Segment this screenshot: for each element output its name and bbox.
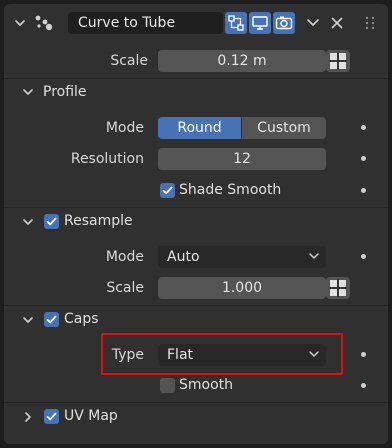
caps-collapse-chevron-icon[interactable] bbox=[22, 314, 34, 326]
mode-option-round[interactable]: Round bbox=[158, 117, 241, 139]
checkmark-icon bbox=[46, 412, 57, 421]
render-button[interactable] bbox=[273, 12, 295, 34]
keyframe-dot-icon[interactable] bbox=[361, 156, 366, 161]
scale-label: Scale bbox=[110, 53, 148, 69]
modifier-name-field[interactable]: Curve to Tube bbox=[68, 12, 223, 34]
uvmap-enable-checkbox[interactable] bbox=[44, 409, 59, 424]
resample-mode-dropdown[interactable]: Auto bbox=[158, 246, 326, 268]
caps-type-value: Flat bbox=[167, 347, 194, 363]
profile-section-title[interactable]: Profile bbox=[43, 81, 87, 103]
header-dropdown-chevron-icon[interactable] bbox=[306, 17, 320, 29]
resample-scale-label: Scale bbox=[106, 280, 144, 296]
panel-header: Curve to Tube bbox=[4, 4, 388, 42]
caps-enable-checkbox[interactable] bbox=[44, 312, 59, 327]
caps-type-label: Type bbox=[111, 347, 144, 363]
mode-option-custom[interactable]: Custom bbox=[242, 117, 326, 139]
scale-field[interactable]: 0.12 m bbox=[158, 50, 326, 72]
render-camera-icon bbox=[275, 16, 293, 30]
checkmark-icon bbox=[46, 217, 57, 226]
realtime-toggle-icon bbox=[228, 15, 244, 31]
resolution-field[interactable]: 12 bbox=[158, 148, 326, 170]
shade-smooth-label[interactable]: Shade Smooth bbox=[179, 179, 281, 201]
resample-section-title[interactable]: Resample bbox=[64, 210, 133, 232]
expand-icon bbox=[329, 52, 347, 70]
keyframe-dot-icon[interactable] bbox=[361, 352, 366, 357]
checkmark-icon bbox=[162, 186, 173, 195]
viewport-display-icon bbox=[252, 16, 268, 30]
keyframe-dot-icon[interactable] bbox=[361, 125, 366, 130]
keyframe-dot-icon[interactable] bbox=[361, 383, 366, 388]
geometry-nodes-icon bbox=[35, 15, 53, 31]
caps-type-dropdown[interactable]: Flat bbox=[158, 344, 326, 366]
profile-collapse-chevron-icon[interactable] bbox=[22, 86, 34, 98]
resample-collapse-chevron-icon[interactable] bbox=[22, 216, 34, 228]
collapse-chevron-icon[interactable] bbox=[14, 17, 26, 29]
realtime-toggle-button[interactable] bbox=[225, 12, 247, 34]
caps-section-title[interactable]: Caps bbox=[64, 308, 99, 330]
chevron-down-icon bbox=[309, 253, 319, 259]
expand-icon bbox=[329, 279, 347, 297]
drag-handle-icon[interactable] bbox=[364, 15, 376, 31]
section-divider bbox=[4, 78, 388, 79]
uvmap-section-title[interactable]: UV Map bbox=[64, 405, 118, 427]
shade-smooth-checkbox[interactable] bbox=[160, 183, 175, 198]
resample-enable-checkbox[interactable] bbox=[44, 214, 59, 229]
resolution-label: Resolution bbox=[70, 151, 144, 167]
checkmark-icon bbox=[46, 315, 57, 324]
scale-expand-button[interactable] bbox=[326, 50, 350, 72]
keyframe-dot-icon[interactable] bbox=[361, 254, 366, 259]
caps-smooth-checkbox[interactable] bbox=[160, 378, 175, 393]
viewport-display-button[interactable] bbox=[249, 12, 271, 34]
resample-mode-value: Auto bbox=[167, 249, 200, 265]
section-divider bbox=[4, 305, 388, 306]
close-icon[interactable] bbox=[331, 17, 343, 29]
caps-smooth-label[interactable]: Smooth bbox=[179, 374, 233, 396]
uvmap-expand-chevron-icon[interactable] bbox=[22, 411, 34, 423]
resample-scale-expand-button[interactable] bbox=[326, 277, 350, 299]
section-divider bbox=[4, 402, 388, 403]
modifier-panel: Curve to Tube Scale 0.12 m Profile Mode … bbox=[4, 4, 388, 444]
resample-scale-field[interactable]: 1.000 bbox=[158, 277, 326, 299]
keyframe-dot-icon[interactable] bbox=[361, 188, 366, 193]
resample-mode-label: Mode bbox=[105, 249, 144, 265]
chevron-down-icon bbox=[309, 351, 319, 357]
profile-mode-label: Mode bbox=[105, 120, 144, 136]
section-divider bbox=[4, 207, 388, 208]
